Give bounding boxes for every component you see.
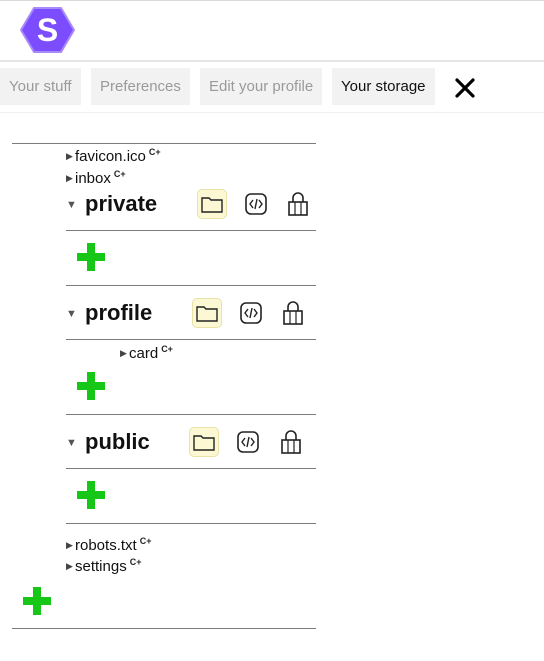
folder-private: ▼ private bbox=[66, 189, 316, 225]
add-in-private-button[interactable] bbox=[77, 243, 105, 271]
folder-name[interactable]: private bbox=[85, 191, 157, 217]
caret-down-icon[interactable]: ▼ bbox=[66, 308, 77, 320]
tabs-divider bbox=[0, 112, 544, 113]
folder-name[interactable]: profile bbox=[85, 300, 152, 326]
file-name: robots.txt bbox=[75, 537, 137, 554]
add-in-root-button[interactable] bbox=[23, 587, 51, 615]
file-favicon[interactable]: ▶ favicon.ico C+ bbox=[66, 147, 161, 165]
folder-icon bbox=[196, 306, 218, 322]
tab-your-stuff[interactable]: Your stuff bbox=[0, 68, 81, 105]
triangle-right-icon: ▶ bbox=[120, 348, 127, 358]
tab-your-storage[interactable]: Your storage bbox=[332, 68, 435, 105]
copy-tag: C+ bbox=[139, 536, 152, 546]
folder-view-button[interactable] bbox=[189, 427, 219, 457]
folder-name[interactable]: public bbox=[85, 429, 150, 455]
folder-profile: ▼ profile bbox=[66, 298, 316, 334]
triangle-right-icon: ▶ bbox=[66, 540, 73, 550]
folder-divider bbox=[66, 230, 316, 231]
folder-view-button[interactable] bbox=[192, 298, 222, 328]
code-view-button[interactable] bbox=[236, 298, 266, 328]
folder-divider bbox=[66, 414, 316, 415]
logo-letter: S bbox=[37, 12, 58, 48]
triangle-right-icon: ▶ bbox=[66, 151, 73, 161]
caret-down-icon[interactable]: ▼ bbox=[66, 199, 77, 211]
code-icon bbox=[240, 302, 262, 324]
code-view-button[interactable] bbox=[241, 189, 271, 219]
folder-divider bbox=[66, 285, 316, 286]
code-icon bbox=[237, 431, 259, 453]
permissions-button[interactable] bbox=[276, 427, 306, 457]
permissions-button[interactable] bbox=[283, 189, 313, 219]
tab-edit-profile[interactable]: Edit your profile bbox=[200, 68, 323, 105]
folder-divider bbox=[66, 523, 316, 524]
permissions-button[interactable] bbox=[278, 298, 308, 328]
file-name: settings bbox=[75, 558, 127, 575]
folder-divider bbox=[66, 339, 316, 340]
tab-preferences[interactable]: Preferences bbox=[91, 68, 190, 105]
triangle-right-icon: ▶ bbox=[66, 561, 73, 571]
triangle-right-icon: ▶ bbox=[66, 173, 73, 183]
folder-icon bbox=[193, 435, 215, 451]
tree-bottom-divider bbox=[12, 628, 316, 629]
add-in-profile-button[interactable] bbox=[77, 372, 105, 400]
folder-icon bbox=[201, 197, 223, 213]
file-name: inbox bbox=[75, 170, 111, 187]
lock-icon bbox=[283, 301, 303, 325]
copy-tag: C+ bbox=[129, 557, 142, 567]
tab-bar: Your stuff Preferences Edit your profile… bbox=[0, 68, 544, 106]
lock-icon bbox=[288, 192, 308, 216]
solid-logo-icon[interactable]: S bbox=[20, 6, 75, 54]
copy-tag: C+ bbox=[161, 344, 173, 354]
file-name: favicon.ico bbox=[75, 148, 146, 165]
folder-divider bbox=[66, 468, 316, 469]
code-icon bbox=[245, 193, 267, 215]
code-view-button[interactable] bbox=[233, 427, 263, 457]
file-card[interactable]: ▶ card C+ bbox=[120, 344, 173, 362]
file-inbox[interactable]: ▶ inbox C+ bbox=[66, 169, 126, 187]
folder-view-button[interactable] bbox=[197, 189, 227, 219]
file-name: card bbox=[129, 345, 159, 362]
file-robots[interactable]: ▶ robots.txt C+ bbox=[66, 536, 151, 554]
lock-icon bbox=[281, 430, 301, 454]
file-settings[interactable]: ▶ settings C+ bbox=[66, 557, 141, 575]
caret-down-icon[interactable]: ▼ bbox=[66, 437, 77, 449]
top-bar: S bbox=[0, 0, 544, 62]
copy-tag: C+ bbox=[148, 147, 161, 157]
folder-public: ▼ public bbox=[66, 427, 316, 463]
tree-top-divider bbox=[12, 143, 316, 144]
copy-tag: C+ bbox=[113, 169, 126, 179]
add-in-public-button[interactable] bbox=[77, 481, 105, 509]
close-x-icon[interactable] bbox=[453, 76, 477, 100]
